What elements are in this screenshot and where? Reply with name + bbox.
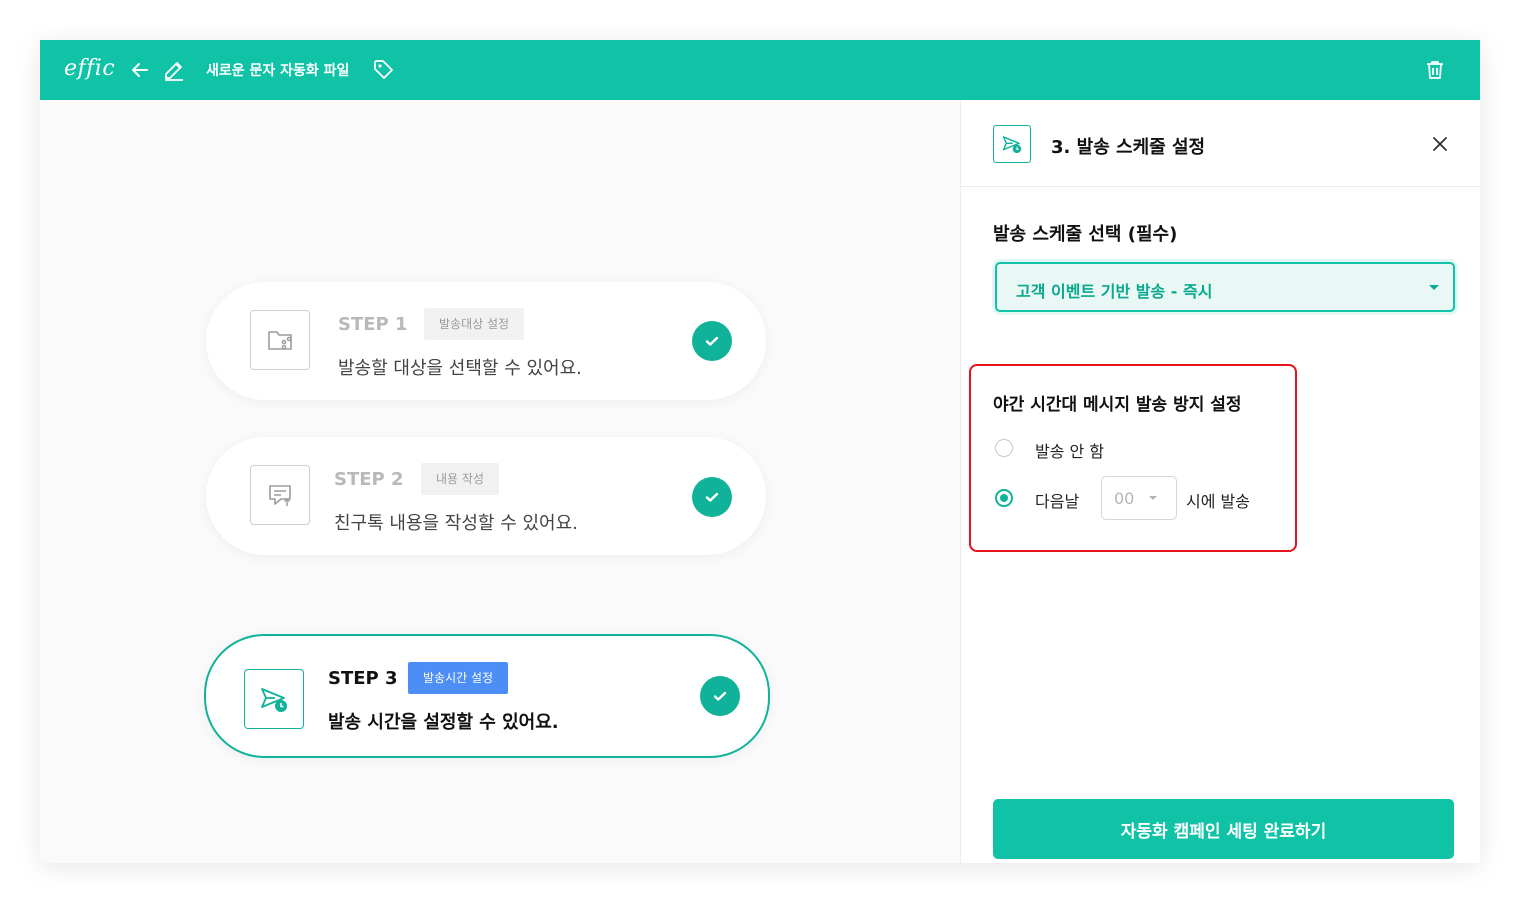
- schedule-panel: 3. 발송 스케줄 설정 발송 스케줄 선택 (필수) 고객 이벤트 기반 발송…: [960, 100, 1480, 863]
- caret-down-icon: [1149, 496, 1157, 500]
- step-card-3[interactable]: STEP 3 발송시간 설정 발송 시간을 설정할 수 있어요.: [204, 634, 770, 758]
- caret-down-icon: [1429, 285, 1439, 290]
- top-bar: effic 새로운 문자 자동화 파일: [40, 40, 1480, 100]
- complete-campaign-button[interactable]: 자동화 캠페인 세팅 완료하기: [993, 799, 1454, 859]
- step-description: 발송 시간을 설정할 수 있어요.: [328, 712, 559, 733]
- trash-icon[interactable]: [1423, 58, 1447, 82]
- step-card-1[interactable]: STEP 1 발송대상 설정 발송할 대상을 선택할 수 있어요.: [206, 282, 766, 400]
- message-edit-icon: [250, 465, 310, 525]
- app-logo[interactable]: effic: [64, 56, 115, 81]
- step-badge: 내용 작성: [421, 463, 499, 495]
- steps-canvas: STEP 1 발송대상 설정 발송할 대상을 선택할 수 있어요. STEP 2…: [40, 100, 960, 863]
- step-badge: 발송대상 설정: [424, 308, 525, 340]
- schedule-select-value: 고객 이벤트 기반 발송 - 즉시: [1016, 282, 1213, 301]
- hour-select[interactable]: 00: [1101, 476, 1177, 520]
- step-badge: 발송시간 설정: [408, 662, 509, 694]
- schedule-select[interactable]: 고객 이벤트 기반 발송 - 즉시: [995, 262, 1455, 312]
- night-setting-label: 야간 시간대 메시지 발송 방지 설정: [993, 395, 1242, 415]
- radio-next-day[interactable]: [995, 489, 1013, 507]
- send-clock-icon: [244, 669, 304, 729]
- step-description: 발송할 대상을 선택할 수 있어요.: [338, 358, 582, 379]
- close-icon[interactable]: [1429, 133, 1451, 155]
- radio-next-day-label[interactable]: 다음날: [1035, 488, 1079, 512]
- radio-no-send-label[interactable]: 발송 안 함: [1035, 438, 1104, 462]
- hour-select-value: 00: [1114, 489, 1135, 508]
- app-window: effic 새로운 문자 자동화 파일 STEP 1 발송대상 설정 발송할 대…: [40, 40, 1480, 863]
- send-clock-icon: [993, 125, 1031, 163]
- tag-icon[interactable]: [372, 58, 396, 82]
- hour-suffix-label: 시에 발송: [1186, 492, 1250, 511]
- arrow-left-icon[interactable]: [128, 58, 152, 82]
- check-icon: [692, 321, 732, 361]
- step-title: STEP 1: [338, 314, 408, 335]
- check-icon: [700, 676, 740, 716]
- pencil-icon[interactable]: [162, 58, 186, 82]
- step-title: STEP 3: [328, 668, 398, 689]
- check-icon: [692, 477, 732, 517]
- folder-share-icon: [250, 310, 310, 370]
- file-title[interactable]: 새로운 문자 자동화 파일: [206, 60, 349, 80]
- step-title: STEP 2: [334, 469, 404, 490]
- radio-no-send[interactable]: [995, 439, 1013, 457]
- panel-title: 3. 발송 스케줄 설정: [1051, 137, 1206, 158]
- step-card-2[interactable]: STEP 2 내용 작성 친구톡 내용을 작성할 수 있어요.: [206, 437, 766, 555]
- panel-header: 3. 발송 스케줄 설정: [961, 100, 1480, 187]
- schedule-select-label: 발송 스케줄 선택 (필수): [993, 224, 1178, 245]
- step-description: 친구톡 내용을 작성할 수 있어요.: [334, 513, 578, 534]
